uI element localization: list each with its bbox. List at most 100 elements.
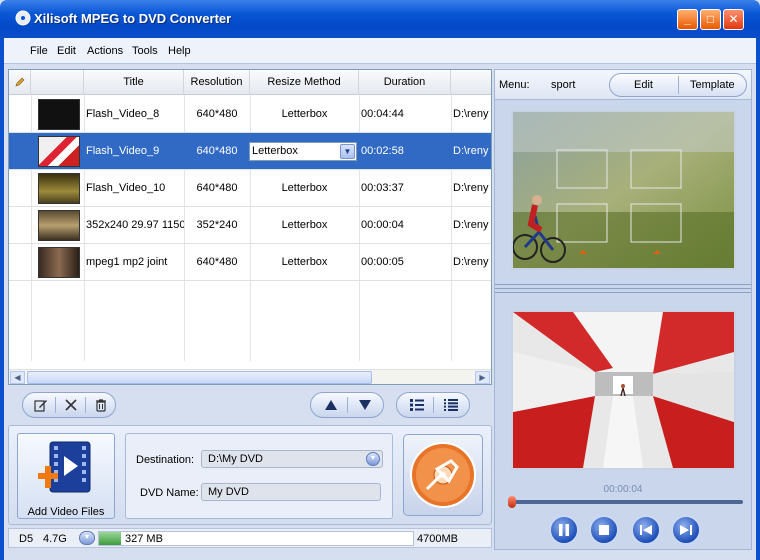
resize-method-value: Letterbox [252, 145, 298, 157]
video-thumbnail [38, 210, 80, 241]
close-button[interactable]: ✕ [723, 9, 744, 30]
burn-dvd-button[interactable] [403, 434, 483, 516]
row-resize-method[interactable]: Letterbox [250, 207, 359, 244]
add-video-label: Add Video Files [27, 506, 105, 518]
edit-item-button[interactable] [27, 394, 55, 416]
menu-edit[interactable]: Edit [57, 45, 76, 57]
remove-item-button[interactable] [57, 394, 85, 416]
capacity-dropdown[interactable]: ▼ [79, 531, 95, 545]
move-tools-group [310, 392, 384, 418]
menu-help[interactable]: Help [168, 45, 191, 57]
compact-view-button[interactable] [437, 394, 465, 416]
menu-actions[interactable]: Actions [87, 45, 123, 57]
scroll-left-icon[interactable]: ◀ [10, 371, 25, 384]
seek-handle[interactable] [508, 496, 516, 508]
arrow-down-icon [359, 400, 371, 410]
status-bar: D5 4.7G ▼ 327 MB 4700MB [8, 528, 492, 548]
destination-label: Destination: [136, 454, 195, 466]
output-settings-panel: Add Video Files Destination: D:\My DVD ▼… [8, 425, 492, 525]
row-path: D:\reny [453, 182, 489, 194]
table-row-selected[interactable]: Flash_Video_9 640*480 Letterbox ▼ 00:02:… [9, 133, 491, 170]
seek-bar[interactable] [509, 500, 743, 504]
dvd-name-input[interactable]: My DVD [201, 483, 381, 501]
row-resize-method[interactable]: Letterbox [250, 170, 359, 207]
disc-used: 327 MB [125, 533, 163, 545]
table-row[interactable]: Flash_Video_10 640*480 Letterbox 00:03:3… [9, 170, 491, 207]
row-resolution: 640*480 [196, 182, 238, 194]
list-toolbar [8, 390, 492, 422]
x-icon [65, 399, 77, 411]
disc-total: 4700MB [417, 533, 458, 545]
skip-forward-icon [680, 525, 692, 535]
row-duration: 00:00:05 [361, 256, 404, 268]
table-row[interactable]: 352x240 29.97 1150 352*240 Letterbox 00:… [9, 207, 491, 244]
chevron-down-icon[interactable]: ▼ [366, 452, 380, 466]
row-resolution: 352*240 [196, 219, 238, 231]
trash-icon [96, 399, 106, 412]
next-button[interactable] [671, 515, 701, 545]
detail-view-button[interactable] [403, 394, 431, 416]
menu-file[interactable]: File [30, 45, 48, 57]
header-resize-method[interactable]: Resize Method [250, 70, 359, 95]
scrollbar-thumb[interactable] [27, 371, 372, 384]
clear-all-button[interactable] [87, 394, 115, 416]
header-title[interactable]: Title [84, 70, 184, 95]
edit-tools-group [22, 392, 116, 418]
title-bar: Xilisoft MPEG to DVD Converter _ □ ✕ [0, 0, 760, 38]
table-row[interactable]: mpeg1 mp2 joint 640*480 Letterbox 00:00:… [9, 244, 491, 281]
header-thumb-col[interactable] [31, 70, 84, 95]
toolbar-separator [433, 397, 434, 413]
row-resolution: 640*480 [196, 108, 238, 120]
chevron-down-icon[interactable]: ▼ [340, 144, 355, 159]
file-list-table[interactable]: Title Resolution Resize Method Duration … [8, 69, 492, 385]
disc-type: D5 [19, 533, 34, 545]
header-path[interactable] [451, 70, 491, 95]
panel-divider [495, 288, 751, 289]
minimize-button[interactable]: _ [677, 9, 698, 30]
menu-bar: File Edit Actions Tools Help [4, 38, 756, 64]
tab-template[interactable]: Template [690, 79, 735, 91]
move-down-button[interactable] [351, 394, 379, 416]
burn-disc-icon [410, 442, 476, 508]
resize-method-dropdown[interactable]: Letterbox ▼ [249, 142, 357, 161]
header-edit-col[interactable] [9, 70, 31, 95]
disc-usage-fill [99, 532, 121, 545]
row-resize-method[interactable]: Letterbox [250, 244, 359, 281]
app-icon [15, 10, 31, 26]
arrow-up-icon [325, 400, 337, 410]
header-resolution[interactable]: Resolution [184, 70, 250, 95]
row-path: D:\reny [453, 145, 489, 157]
menu-value[interactable]: sport [551, 79, 575, 91]
menu-preview-image [512, 112, 734, 268]
toolbar-separator [85, 397, 86, 413]
pause-icon [559, 524, 569, 536]
row-resize-method[interactable]: Letterbox [250, 96, 359, 133]
row-title: mpeg1 mp2 joint [86, 256, 168, 268]
move-up-button[interactable] [317, 394, 345, 416]
horizontal-scrollbar[interactable]: ◀ ▶ [9, 369, 491, 384]
menu-tools[interactable]: Tools [132, 45, 158, 57]
scroll-right-icon[interactable]: ▶ [475, 371, 490, 384]
menu-template-row: Menu: sport Edit Template [495, 70, 751, 100]
pause-button[interactable] [549, 515, 579, 545]
video-thumbnail [38, 99, 80, 130]
header-duration[interactable]: Duration [359, 70, 451, 95]
dvd-name-value: My DVD [208, 486, 249, 498]
add-video-files-button[interactable]: Add Video Files [17, 433, 115, 519]
row-resolution: 640*480 [196, 256, 238, 268]
table-row[interactable]: Flash_Video_8 640*480 Letterbox 00:04:44… [9, 96, 491, 133]
skip-back-icon [640, 525, 652, 535]
stop-icon [599, 525, 609, 535]
stop-button[interactable] [589, 515, 619, 545]
row-title: Flash_Video_8 [86, 108, 160, 120]
menu-preview-screen [511, 110, 736, 270]
window-frame-right [756, 38, 760, 560]
destination-group: Destination: D:\My DVD ▼ DVD Name: My DV… [125, 433, 393, 519]
video-thumbnail [38, 247, 80, 278]
menu-label: Menu: [499, 79, 530, 91]
destination-dropdown[interactable]: D:\My DVD ▼ [201, 450, 383, 468]
maximize-button[interactable]: □ [700, 9, 721, 30]
tab-edit[interactable]: Edit [634, 79, 653, 91]
previous-button[interactable] [631, 515, 661, 545]
row-title: 352x240 29.97 1150 [86, 219, 184, 231]
